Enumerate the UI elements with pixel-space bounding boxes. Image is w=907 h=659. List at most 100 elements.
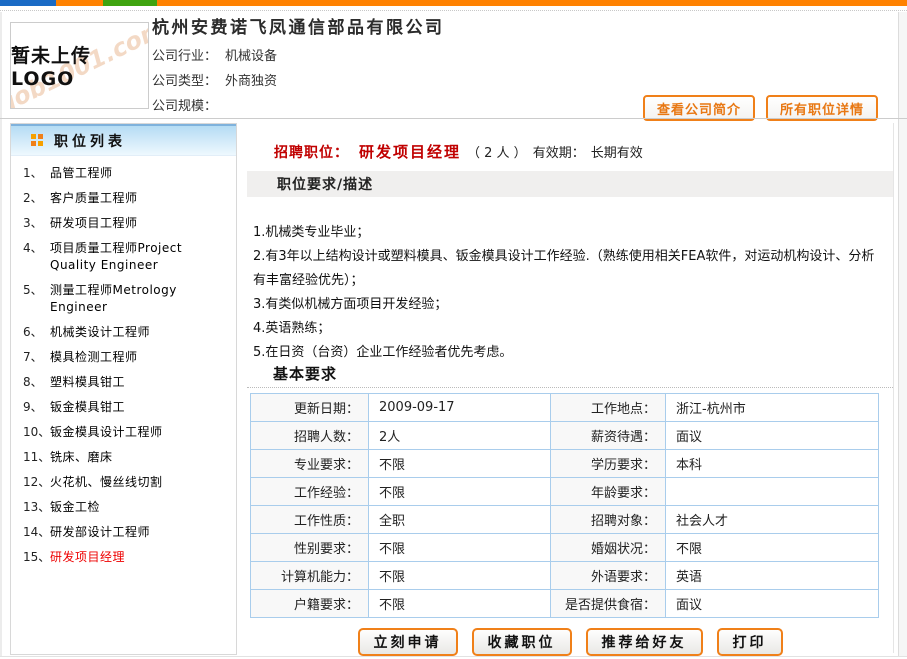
field-label: 计算机能力： xyxy=(251,562,369,590)
field-label: 学历要求： xyxy=(551,450,666,478)
stripe-orange xyxy=(157,0,907,6)
sidebar-job-item[interactable]: 8、塑料模具钳工 xyxy=(21,374,230,391)
sidebar-job-item[interactable]: 11、铣床、磨床 xyxy=(21,449,230,466)
basic-requirements-table: 更新日期： 2009-09-17 工作地点： 浙江-杭州市 招聘人数： 2人 薪… xyxy=(250,393,879,618)
job-detail-panel: 招聘职位： 研发项目经理 （ 2 人 ） 有效期： 长期有效 职位要求/描述 1.机械类… xyxy=(247,123,893,659)
job-number: 10、 xyxy=(21,424,50,441)
field-value: 全职 xyxy=(369,506,551,534)
field-value xyxy=(666,478,879,506)
field-value: 不限 xyxy=(369,590,551,618)
sidebar-job-item[interactable]: 1、品管工程师 xyxy=(21,165,230,182)
sidebar-job-item[interactable]: 10、钣金模具设计工程师 xyxy=(21,424,230,441)
field-label: 工作地点： xyxy=(551,394,666,422)
page: job1001.com 暂未上传LOGO 杭州安费诺飞凤通信部品有限公司 公司行… xyxy=(0,0,907,659)
sidebar-job-item-active[interactable]: 15、研发项目经理 xyxy=(21,549,230,566)
job-description: 1.机械类专业毕业； 2.有3年以上结构设计或塑料模具、钣金模具设计工作经验.（… xyxy=(253,221,881,365)
sidebar-job-item[interactable]: 14、研发部设计工程师 xyxy=(21,524,230,541)
requirements-section-header: 职位要求/描述 xyxy=(247,171,893,197)
stripe-green xyxy=(103,0,157,6)
job-label: 测量工程师Metrology Engineer xyxy=(50,282,230,316)
job-label: 品管工程师 xyxy=(50,165,230,182)
sidebar-job-item[interactable]: 4、项目质量工程师Project Quality Engineer xyxy=(21,240,230,274)
table-row: 计算机能力： 不限 外语要求： 英语 xyxy=(251,562,879,590)
sidebar-job-item[interactable]: 7、模具检测工程师 xyxy=(21,349,230,366)
print-button[interactable]: 打印 xyxy=(717,628,783,656)
field-value: 英语 xyxy=(666,562,879,590)
job-label: 研发项目工程师 xyxy=(50,215,230,232)
job-number: 4、 xyxy=(21,240,50,274)
field-value: 不限 xyxy=(369,534,551,562)
field-label: 婚姻状况： xyxy=(551,534,666,562)
job-number: 15、 xyxy=(21,549,50,566)
table-row: 户籍要求： 不限 是否提供食宿： 面议 xyxy=(251,590,879,618)
job-number: 11、 xyxy=(21,449,50,466)
company-size-row: 公司规模： xyxy=(152,95,225,114)
sidebar-job-item[interactable]: 12、火花机、慢丝线切割 xyxy=(21,474,230,491)
job-number: 2、 xyxy=(21,190,50,207)
field-label: 招聘人数： xyxy=(251,422,369,450)
sidebar-job-item[interactable]: 3、研发项目工程师 xyxy=(21,215,230,232)
field-label: 公司类型： xyxy=(152,74,217,89)
description-line: 1.机械类专业毕业； xyxy=(253,221,881,245)
company-industry-row: 公司行业：机械设备 xyxy=(152,45,277,64)
job-number: 7、 xyxy=(21,349,50,366)
field-label: 户籍要求： xyxy=(251,590,369,618)
table-row: 工作经验： 不限 年龄要求： xyxy=(251,478,879,506)
validity-label: 有效期： xyxy=(533,146,585,161)
field-value: 机械设备 xyxy=(225,49,277,64)
job-number: 12、 xyxy=(21,474,50,491)
job-number: 3、 xyxy=(21,215,50,232)
table-row: 性别要求： 不限 婚姻状况： 不限 xyxy=(251,534,879,562)
field-value: 不限 xyxy=(666,534,879,562)
job-label: 机械类设计工程师 xyxy=(50,324,230,341)
field-label: 性别要求： xyxy=(251,534,369,562)
field-value: 外商独资 xyxy=(225,74,277,89)
page-left-edge xyxy=(0,12,2,657)
field-value: 不限 xyxy=(369,478,551,506)
job-number: 14、 xyxy=(21,524,50,541)
grid-bullet-icon xyxy=(31,134,44,147)
table-row: 专业要求： 不限 学历要求： 本科 xyxy=(251,450,879,478)
job-headcount: （ 2 人 ） xyxy=(467,146,527,161)
job-label: 铣床、磨床 xyxy=(50,449,230,466)
sidebar-job-item[interactable]: 5、测量工程师Metrology Engineer xyxy=(21,282,230,316)
job-header-line: 招聘职位： 研发项目经理 （ 2 人 ） 有效期： 长期有效 xyxy=(274,141,643,162)
field-label: 招聘对象： xyxy=(551,506,666,534)
job-number: 13、 xyxy=(21,499,50,516)
field-label: 工作经验： xyxy=(251,478,369,506)
job-label: 钣金工检 xyxy=(50,499,230,516)
job-title: 研发项目经理 xyxy=(359,143,461,161)
description-line: 2.有3年以上结构设计或塑料模具、钣金模具设计工作经验.（熟练使用相关FEA软件… xyxy=(253,245,881,293)
dotted-divider xyxy=(0,10,907,11)
page-right-edge xyxy=(898,12,907,657)
field-label: 是否提供食宿： xyxy=(551,590,666,618)
job-label: 研发部设计工程师 xyxy=(50,524,230,541)
field-value: 浙江-杭州市 xyxy=(666,394,879,422)
save-job-button[interactable]: 收藏职位 xyxy=(472,628,572,656)
apply-now-button[interactable]: 立刻申请 xyxy=(358,628,458,656)
recommend-to-friend-button[interactable]: 推荐给好友 xyxy=(586,628,703,656)
validity-value: 长期有效 xyxy=(591,146,643,161)
field-value: 不限 xyxy=(369,562,551,590)
job-label: 项目质量工程师Project Quality Engineer xyxy=(50,240,230,274)
job-number: 5、 xyxy=(21,282,50,316)
logo-placeholder-text: 暂未上传LOGO xyxy=(11,23,148,108)
field-value: 本科 xyxy=(666,450,879,478)
job-number: 6、 xyxy=(21,324,50,341)
basic-requirements-title: 基本要求 xyxy=(273,363,337,384)
job-number: 1、 xyxy=(21,165,50,182)
field-value: 不限 xyxy=(369,450,551,478)
sidebar-job-item[interactable]: 13、钣金工检 xyxy=(21,499,230,516)
job-label: 模具检测工程师 xyxy=(50,349,230,366)
field-label: 工作性质： xyxy=(251,506,369,534)
job-number: 8、 xyxy=(21,374,50,391)
sidebar-job-item[interactable]: 2、客户质量工程师 xyxy=(21,190,230,207)
job-label: 火花机、慢丝线切割 xyxy=(50,474,230,491)
sidebar-header: 职位列表 xyxy=(11,124,236,156)
sidebar-job-item[interactable]: 9、钣金模具钳工 xyxy=(21,399,230,416)
job-header-prefix: 招聘职位： xyxy=(274,145,349,161)
sidebar-job-item[interactable]: 6、机械类设计工程师 xyxy=(21,324,230,341)
job-label: 客户质量工程师 xyxy=(50,190,230,207)
job-list: 1、品管工程师 2、客户质量工程师 3、研发项目工程师 4、项目质量工程师Pro… xyxy=(11,156,236,566)
field-value: 2人 xyxy=(369,422,551,450)
